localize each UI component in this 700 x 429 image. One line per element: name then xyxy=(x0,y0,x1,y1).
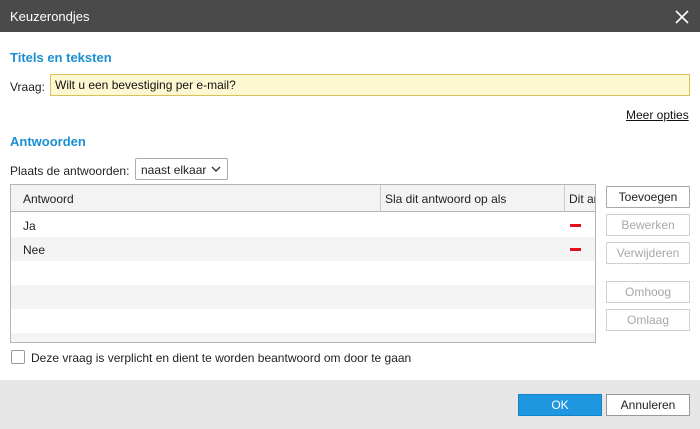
add-button[interactable]: Toevoegen xyxy=(606,186,690,208)
edit-button[interactable]: Bewerken xyxy=(606,214,690,236)
answers-table: Antwoord Sla dit antwoord op als Dit ant… xyxy=(10,184,596,343)
dialog-title: Keuzerondjes xyxy=(10,9,90,24)
section-heading-answers: Antwoorden xyxy=(10,134,86,149)
delete-button[interactable]: Verwijderen xyxy=(606,242,690,264)
placement-select-value: naast elkaar xyxy=(141,163,207,177)
move-down-button[interactable]: Omlaag xyxy=(606,309,690,331)
cancel-button[interactable]: Annuleren xyxy=(606,394,690,416)
required-checkbox[interactable] xyxy=(11,350,25,364)
column-header-save-as[interactable]: Sla dit antwoord op als xyxy=(381,185,565,211)
required-checkbox-label: Deze vraag is verplicht en dient te word… xyxy=(31,351,412,365)
placement-select[interactable]: naast elkaar xyxy=(135,158,228,180)
chevron-down-icon xyxy=(211,166,221,172)
table-row[interactable]: Ja xyxy=(11,213,595,237)
empty-row xyxy=(11,261,595,285)
close-icon[interactable] xyxy=(671,6,693,28)
minus-icon[interactable] xyxy=(570,224,581,227)
dialog-titlebar: Keuzerondjes xyxy=(0,0,700,32)
table-row[interactable]: Nee xyxy=(11,237,595,261)
section-heading-titles: Titels en teksten xyxy=(10,50,112,65)
table-header: Antwoord Sla dit antwoord op als Dit ant… xyxy=(11,185,595,212)
minus-icon[interactable] xyxy=(570,248,581,251)
answer-cell: Nee xyxy=(23,243,46,257)
answer-cell: Ja xyxy=(23,219,36,233)
move-up-button[interactable]: Omhoog xyxy=(606,281,690,303)
empty-row xyxy=(11,285,595,309)
ok-button[interactable]: OK xyxy=(518,394,602,416)
question-label: Vraag: xyxy=(10,80,45,94)
column-header-answer[interactable]: Antwoord xyxy=(11,185,381,211)
placement-label: Plaats de antwoorden: xyxy=(10,164,130,178)
more-options-link[interactable]: Meer opties xyxy=(626,108,689,122)
empty-row xyxy=(11,333,595,342)
column-header-this-answer[interactable]: Dit antwoord xyxy=(565,185,595,211)
question-input[interactable] xyxy=(50,74,690,96)
empty-row xyxy=(11,309,595,333)
